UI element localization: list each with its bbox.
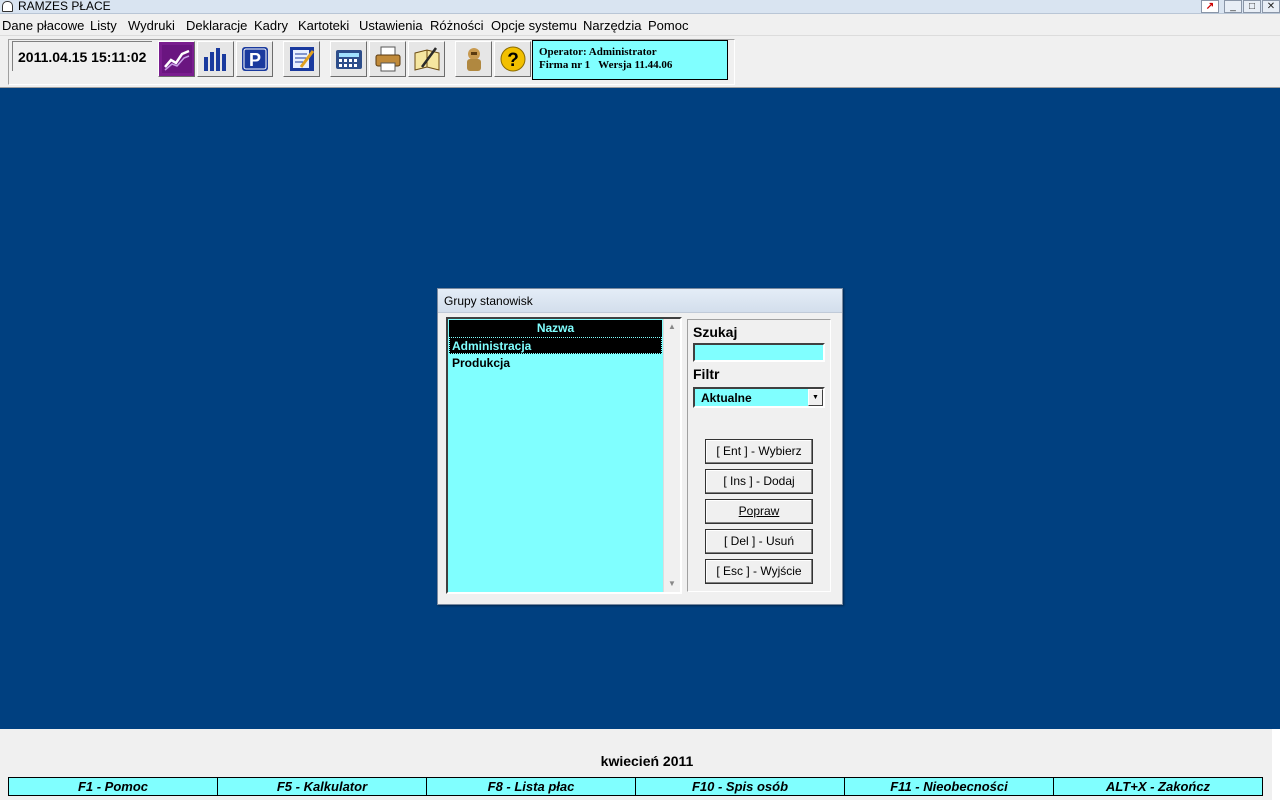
filter-select[interactable]: Aktualne ▼ xyxy=(693,387,825,408)
fkey-f1-help[interactable]: F1 - Pomoc xyxy=(8,777,218,796)
calculator-icon xyxy=(335,50,362,69)
chevron-down-icon[interactable]: ▼ xyxy=(808,389,823,406)
datetime-display: 2011.04.15 15:11:02 xyxy=(12,41,152,71)
scroll-down-icon[interactable]: ▼ xyxy=(664,576,680,592)
parking-button[interactable]: P xyxy=(236,41,273,77)
menu-opcje-systemu[interactable]: Opcje systemu xyxy=(491,18,577,33)
trend-chart-button[interactable] xyxy=(158,41,195,77)
parking-p-icon: P xyxy=(241,47,268,71)
menu-deklaracje[interactable]: Deklaracje xyxy=(186,18,247,33)
current-month: kwiecień 2011 xyxy=(600,753,694,769)
book-pencil-icon xyxy=(414,47,439,71)
menu-kartoteki[interactable]: Kartoteki xyxy=(298,18,349,33)
edit-form-icon xyxy=(289,47,314,71)
list-header-nazwa[interactable]: Nazwa xyxy=(449,320,662,337)
scroll-up-icon[interactable]: ▲ xyxy=(664,319,680,335)
window-title: RAMZES PŁACE xyxy=(18,0,111,13)
search-label: Szukaj xyxy=(693,324,738,340)
search-input[interactable] xyxy=(693,343,825,362)
firm-version-line: Firma nr 1 Wersja 11.44.06 xyxy=(539,59,673,71)
list-item[interactable]: Produkcja xyxy=(449,354,662,371)
title-bar: RAMZES PŁACE ↗ _ □ ✕ xyxy=(0,0,1280,14)
edit-button[interactable]: Popraw xyxy=(705,499,813,524)
maximize-button[interactable]: □ xyxy=(1243,0,1261,13)
fkey-f5-calculator[interactable]: F5 - Kalkulator xyxy=(218,777,427,796)
edge-strip xyxy=(1272,729,1280,800)
delete-button[interactable]: [ Del ] - Usuń xyxy=(705,529,813,554)
select-button[interactable]: [ Ent ] - Wybierz xyxy=(705,439,813,464)
function-keys-bar: F1 - Pomoc F5 - Kalkulator F8 - Lista pł… xyxy=(8,777,1263,796)
book-pencil-button[interactable] xyxy=(408,41,445,77)
list-item[interactable]: Administracja xyxy=(449,337,662,354)
menu-ustawienia[interactable]: Ustawienia xyxy=(359,18,423,33)
fkey-f11-absences[interactable]: F11 - Nieobecności xyxy=(845,777,1054,796)
filter-label: Filtr xyxy=(693,366,720,382)
list-scrollbar[interactable]: ▲ ▼ xyxy=(663,319,680,592)
menu-wydruki[interactable]: Wydruki xyxy=(128,18,175,33)
exit-button[interactable]: [ Esc ] - Wyjście xyxy=(705,559,813,584)
app-restore-icon[interactable]: ↗ xyxy=(1201,0,1219,13)
svg-text:?: ? xyxy=(507,50,519,71)
toolbar: 2011.04.15 15:11:02 P ? Operator: Admini… xyxy=(0,37,1280,88)
menu-bar: Dane płacowe Listy Wydruki Deklaracje Ka… xyxy=(0,15,1280,36)
trend-chart-icon xyxy=(161,45,192,73)
menu-narzedzia[interactable]: Narzędzia xyxy=(583,18,642,33)
filter-value: Aktualne xyxy=(701,391,752,405)
bar-chart-icon xyxy=(203,48,226,71)
operator-line: Operator: Administrator xyxy=(539,46,657,58)
astronaut-button[interactable] xyxy=(455,41,492,77)
add-button[interactable]: [ Ins ] - Dodaj xyxy=(705,469,813,494)
menu-listy[interactable]: Listy xyxy=(90,18,117,33)
astronaut-icon xyxy=(466,48,481,71)
dialog-title: Grupy stanowisk xyxy=(438,289,842,313)
edit-form-button[interactable] xyxy=(283,41,320,77)
svg-text:P: P xyxy=(248,50,260,70)
fkey-f10-people[interactable]: F10 - Spis osób xyxy=(636,777,845,796)
menu-kadry[interactable]: Kadry xyxy=(254,18,288,33)
menu-pomoc[interactable]: Pomoc xyxy=(648,18,688,33)
printer-icon xyxy=(375,46,400,72)
menu-dane-placowe[interactable]: Dane płacowe xyxy=(2,18,84,33)
search-filter-panel: Szukaj Filtr Aktualne ▼ [ Ent ] - Wybier… xyxy=(687,319,831,592)
dialog-grupy-stanowisk: Grupy stanowisk Nazwa Administracja Prod… xyxy=(437,288,843,605)
fkey-f8-payroll[interactable]: F8 - Lista płac xyxy=(427,777,636,796)
fkey-altx-exit[interactable]: ALT+X - Zakończ xyxy=(1054,777,1263,796)
operator-info: Operator: Administrator Firma nr 1 Wersj… xyxy=(532,40,728,80)
help-button[interactable]: ? xyxy=(494,41,531,77)
minimize-button[interactable]: _ xyxy=(1224,0,1242,13)
close-button[interactable]: ✕ xyxy=(1262,0,1280,13)
help-question-icon: ? xyxy=(500,46,525,72)
positions-list[interactable]: Nazwa Administracja Produkcja ▲ ▼ xyxy=(446,317,682,594)
status-area: kwiecień 2011 F1 - Pomoc F5 - Kalkulator… xyxy=(0,729,1280,800)
printer-button[interactable] xyxy=(369,41,406,77)
bar-chart-button[interactable] xyxy=(197,41,234,77)
calculator-button[interactable] xyxy=(330,41,367,77)
menu-roznosci[interactable]: Różności xyxy=(430,18,483,33)
app-lock-icon xyxy=(2,1,13,12)
